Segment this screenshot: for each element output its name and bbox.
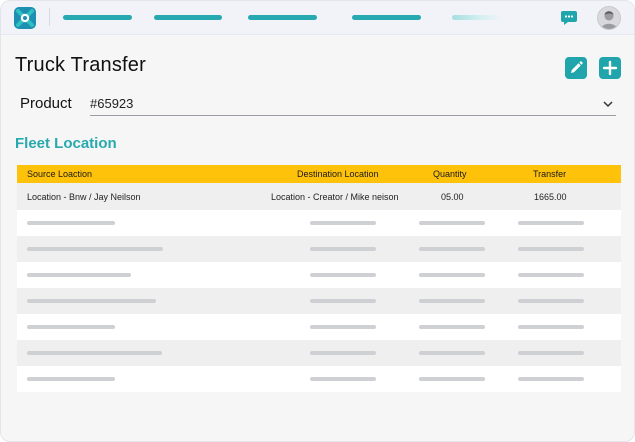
placeholder-bar <box>27 299 156 303</box>
placeholder-bar <box>419 273 485 277</box>
placeholder-bar <box>310 221 376 225</box>
product-label: Product <box>20 95 72 112</box>
placeholder-bar <box>518 351 584 355</box>
placeholder-row <box>17 314 621 340</box>
product-select[interactable]: #65923 <box>90 93 616 116</box>
top-nav <box>1 1 634 35</box>
placeholder-bar <box>310 325 376 329</box>
nav-item-5[interactable] <box>452 15 502 20</box>
placeholder-bar <box>518 221 584 225</box>
product-value: #65923 <box>90 96 134 111</box>
placeholder-bar <box>27 377 115 381</box>
table-header: Source Loaction Destination Location Qua… <box>17 165 621 183</box>
placeholder-bar <box>518 325 584 329</box>
placeholder-row <box>17 210 621 236</box>
placeholder-row <box>17 288 621 314</box>
section-title: Fleet Location <box>15 135 117 152</box>
plus-icon <box>602 60 618 76</box>
chat-icon[interactable] <box>560 9 578 27</box>
chevron-down-icon <box>603 101 613 108</box>
placeholder-bar <box>27 247 163 251</box>
placeholder-bar <box>27 221 115 225</box>
placeholder-row <box>17 366 621 392</box>
header-destination[interactable]: Destination Location <box>297 169 379 179</box>
table-row[interactable]: Location - Bnw / Jay Neilson Location - … <box>17 183 621 210</box>
cell-quantity: 05.00 <box>441 192 464 202</box>
placeholder-row <box>17 262 621 288</box>
app-logo-icon[interactable] <box>13 6 37 30</box>
placeholder-bar <box>310 351 376 355</box>
placeholder-bar <box>310 273 376 277</box>
placeholder-bar <box>310 377 376 381</box>
fleet-table: Source Loaction Destination Location Qua… <box>17 165 621 392</box>
placeholder-bar <box>310 299 376 303</box>
avatar[interactable] <box>597 6 621 30</box>
nav-divider <box>49 8 50 26</box>
header-transfer[interactable]: Transfer <box>533 169 566 179</box>
nav-item-3[interactable] <box>248 15 317 20</box>
placeholder-bar <box>419 377 485 381</box>
placeholder-bar <box>310 247 376 251</box>
placeholder-bar <box>518 273 584 277</box>
placeholder-bar <box>419 299 485 303</box>
header-source[interactable]: Source Loaction <box>27 169 92 179</box>
placeholder-bar <box>27 273 131 277</box>
nav-item-1[interactable] <box>63 15 132 20</box>
placeholder-row <box>17 236 621 262</box>
placeholder-bar <box>27 351 162 355</box>
placeholder-bar <box>518 247 584 251</box>
page-title: Truck Transfer <box>15 54 146 76</box>
edit-button[interactable] <box>565 57 587 79</box>
cell-transfer: 1665.00 <box>534 192 567 202</box>
edit-icon <box>571 61 583 73</box>
app-window: Truck Transfer Product #65923 Fleet Loca… <box>0 0 635 442</box>
placeholder-bar <box>518 299 584 303</box>
placeholder-bar <box>419 351 485 355</box>
placeholder-bar <box>419 325 485 329</box>
placeholder-bar <box>419 247 485 251</box>
nav-item-4[interactable] <box>352 15 421 20</box>
placeholder-bar <box>518 377 584 381</box>
nav-item-2[interactable] <box>154 15 222 20</box>
add-button[interactable] <box>599 57 621 79</box>
placeholder-bar <box>27 325 115 329</box>
placeholder-row <box>17 340 621 366</box>
placeholder-bar <box>419 221 485 225</box>
header-quantity[interactable]: Quantity <box>433 169 467 179</box>
cell-source: Location - Bnw / Jay Neilson <box>27 192 141 202</box>
cell-destination: Location - Creator / Mike neison <box>271 192 399 202</box>
